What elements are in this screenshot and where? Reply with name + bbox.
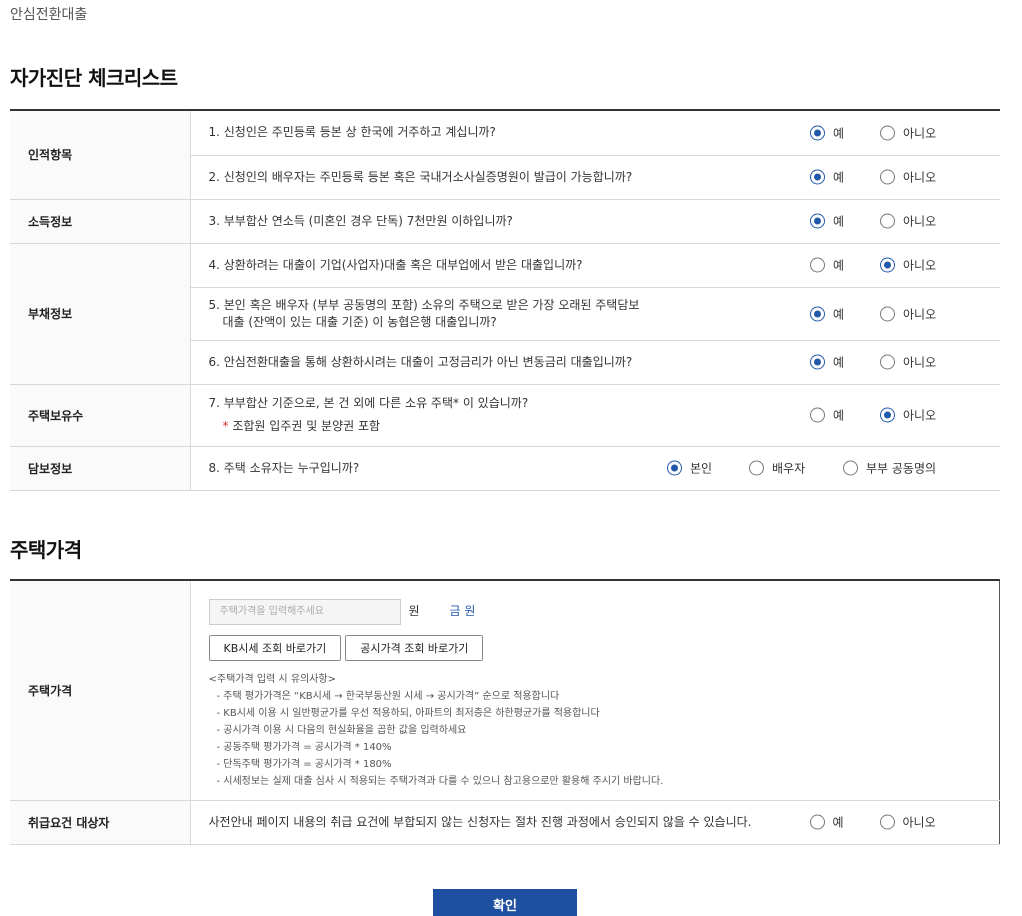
radio-icon xyxy=(810,169,825,185)
radio-icon xyxy=(880,407,895,423)
radio-icon xyxy=(810,407,825,423)
eligibility-options: 예 아니오 xyxy=(809,800,1000,845)
price-note: - 공동주택 평가가격 = 공시가격 * 140% xyxy=(216,741,392,753)
question-row-7: 주택보유수 7. 부부합산 기준으로, 본 건 외에 다른 소유 주택* 이 있… xyxy=(10,384,1000,447)
q8-joint-radio[interactable]: 부부 공동명의 xyxy=(843,460,936,477)
house-price-title: 주택가격 xyxy=(10,538,82,562)
question-7: 7. 부부합산 기준으로, 본 건 외에 다른 소유 주택* 이 있습니까? *… xyxy=(190,384,810,447)
question-5: 5. 본인 혹은 배우자 (부부 공동명의 포함) 소유의 주택으로 받은 가장… xyxy=(190,287,810,341)
q8-spouse-radio[interactable]: 배우자 xyxy=(749,460,805,477)
question-row-1: 인적항목 1. 신청인은 주민등록 등본 상 한국에 거주하고 계십니까? 예 … xyxy=(10,110,1000,200)
q7-yes-radio[interactable]: 예 xyxy=(810,407,844,424)
radio-icon xyxy=(809,814,825,830)
public-price-button[interactable]: 공시가격 조회 바로가기 xyxy=(345,634,484,661)
q7-options: 예 아니오 xyxy=(810,384,1000,447)
radio-icon xyxy=(810,354,825,370)
q4-no-radio[interactable]: 아니오 xyxy=(880,257,936,274)
radio-icon xyxy=(843,460,858,476)
question-2: 2. 신청인의 배우자는 주민등록 등본 혹은 국내거소사실증명원이 발급이 가… xyxy=(190,155,810,200)
radio-icon xyxy=(749,460,764,476)
group-label-collateral: 담보정보 xyxy=(10,446,191,491)
group-label-identity: 인적항목 xyxy=(10,110,191,200)
q2-options: 예 아니오 xyxy=(810,155,1000,200)
price-input-row: 원 금 원 xyxy=(208,598,1000,625)
q3-options: 예 아니오 xyxy=(810,199,1000,244)
q2-no-radio[interactable]: 아니오 xyxy=(880,169,936,186)
radio-icon xyxy=(880,257,895,273)
price-note: - 주택 평가가격은 “KB시세 → 한국부동산원 시세 → 공시가격” 순으로… xyxy=(216,690,560,702)
eligibility-row: 취급요건 대상자 사전안내 페이지 내용의 취급 요건에 부합되지 않는 신청자… xyxy=(10,800,1000,845)
q6-yes-radio[interactable]: 예 xyxy=(810,354,844,371)
price-amount-text: 금 원 xyxy=(449,604,476,619)
price-note: - 단독주택 평가가격 = 공시가격 * 180% xyxy=(216,758,392,770)
house-price-cell: 원 금 원 KB시세 조회 바로가기 공시가격 조회 바로가기 <주택가격 입력… xyxy=(190,580,1000,801)
eligibility-no-radio[interactable]: 아니오 xyxy=(879,814,936,831)
q8-options: 본인 배우자 부부 공동명의 xyxy=(667,446,1000,491)
q2-yes-radio[interactable]: 예 xyxy=(810,169,844,186)
house-price-input[interactable] xyxy=(208,598,401,625)
radio-icon xyxy=(879,814,895,830)
price-unit: 원 xyxy=(408,604,420,619)
kb-price-button[interactable]: KB시세 조회 바로가기 xyxy=(208,634,342,661)
question-row-4: 부채정보 4. 상환하려는 대출이 기업(사업자)대출 혹은 대부업에서 받은 … xyxy=(10,243,1000,385)
eligibility-text: 사전안내 페이지 내용의 취급 요건에 부합되지 않는 신청자는 절차 진행 과… xyxy=(190,800,810,845)
q5-yes-radio[interactable]: 예 xyxy=(810,305,844,322)
house-price-row: 주택가격 원 금 원 KB시세 조회 바로가기 공시가격 조회 바로가기 <주택… xyxy=(10,580,1000,801)
house-price-label: 주택가격 xyxy=(10,580,191,801)
question-8: 8. 주택 소유자는 누구입니까? xyxy=(190,446,810,491)
radio-icon xyxy=(810,257,825,273)
radio-icon xyxy=(880,306,895,321)
radio-icon xyxy=(880,125,895,141)
eligibility-label: 취급요건 대상자 xyxy=(10,800,191,845)
group-label-income: 소득정보 xyxy=(10,199,191,244)
eligibility-yes-radio[interactable]: 예 xyxy=(809,814,844,831)
question-row-8: 담보정보 8. 주택 소유자는 누구입니까? 본인 배우자 부부 공동명의 xyxy=(10,446,1000,491)
radio-icon xyxy=(810,125,825,141)
radio-icon xyxy=(810,306,825,321)
radio-icon xyxy=(667,460,682,476)
q7-no-radio[interactable]: 아니오 xyxy=(880,407,936,424)
checklist-table: 인적항목 1. 신청인은 주민등록 등본 상 한국에 거주하고 계십니까? 예 … xyxy=(10,109,1000,491)
question-6: 6. 안심전환대출을 통해 상환하시려는 대출이 고정금리가 아닌 변동금리 대… xyxy=(190,340,810,385)
q1-yes-radio[interactable]: 예 xyxy=(810,124,844,141)
price-notes: <주택가격 입력 시 유의사항> - 주택 평가가격은 “KB시세 → 한국부동… xyxy=(209,671,1000,790)
q3-no-radio[interactable]: 아니오 xyxy=(880,213,936,230)
radio-icon xyxy=(880,213,895,229)
group-label-house: 주택보유수 xyxy=(10,384,191,447)
question-3: 3. 부부합산 연소득 (미혼인 경우 단독) 7천만원 이하입니까? xyxy=(190,199,810,244)
price-lookup-buttons: KB시세 조회 바로가기 공시가격 조회 바로가기 xyxy=(208,634,1000,661)
breadcrumb: 안심전환대출 xyxy=(10,7,88,23)
radio-icon xyxy=(880,354,895,370)
question-row-3: 소득정보 3. 부부합산 연소득 (미혼인 경우 단독) 7천만원 이하입니까?… xyxy=(10,199,1000,244)
q3-yes-radio[interactable]: 예 xyxy=(810,213,844,230)
question-4: 4. 상환하려는 대출이 기업(사업자)대출 혹은 대부업에서 받은 대출입니까… xyxy=(190,243,810,288)
question-1: 1. 신청인은 주민등록 등본 상 한국에 거주하고 계십니까? xyxy=(190,110,810,156)
price-notes-title: <주택가격 입력 시 유의사항> xyxy=(208,673,337,685)
q6-no-radio[interactable]: 아니오 xyxy=(880,354,936,371)
price-note: - KB시세 이용 시 일반평균가를 우선 적용하되, 아파트의 최저층은 하한… xyxy=(216,707,600,719)
q7-note: * 조합원 입주권 및 분양권 포함 xyxy=(222,419,381,433)
q5-options: 예 아니오 xyxy=(810,287,1000,341)
radio-icon xyxy=(810,213,825,229)
group-label-debt: 부채정보 xyxy=(10,243,191,385)
q6-options: 예 아니오 xyxy=(810,340,1000,385)
q1-no-radio[interactable]: 아니오 xyxy=(880,124,936,141)
q4-yes-radio[interactable]: 예 xyxy=(810,257,844,274)
q4-options: 예 아니오 xyxy=(810,243,1000,288)
house-price-table: 주택가격 원 금 원 KB시세 조회 바로가기 공시가격 조회 바로가기 <주택… xyxy=(10,579,1000,845)
price-note: - 시세정보는 실제 대출 심사 시 적용되는 주택가격과 다를 수 있으니 참… xyxy=(216,775,664,787)
checklist-title: 자가진단 체크리스트 xyxy=(10,66,178,90)
q5-no-radio[interactable]: 아니오 xyxy=(880,305,936,322)
confirm-button[interactable]: 확인 xyxy=(433,889,577,916)
price-note: - 공시가격 이용 시 다음의 현실화율을 곱한 값을 입력하세요 xyxy=(216,724,467,736)
q1-options: 예 아니오 xyxy=(810,110,1000,156)
radio-icon xyxy=(880,169,895,185)
q8-self-radio[interactable]: 본인 xyxy=(667,460,712,477)
